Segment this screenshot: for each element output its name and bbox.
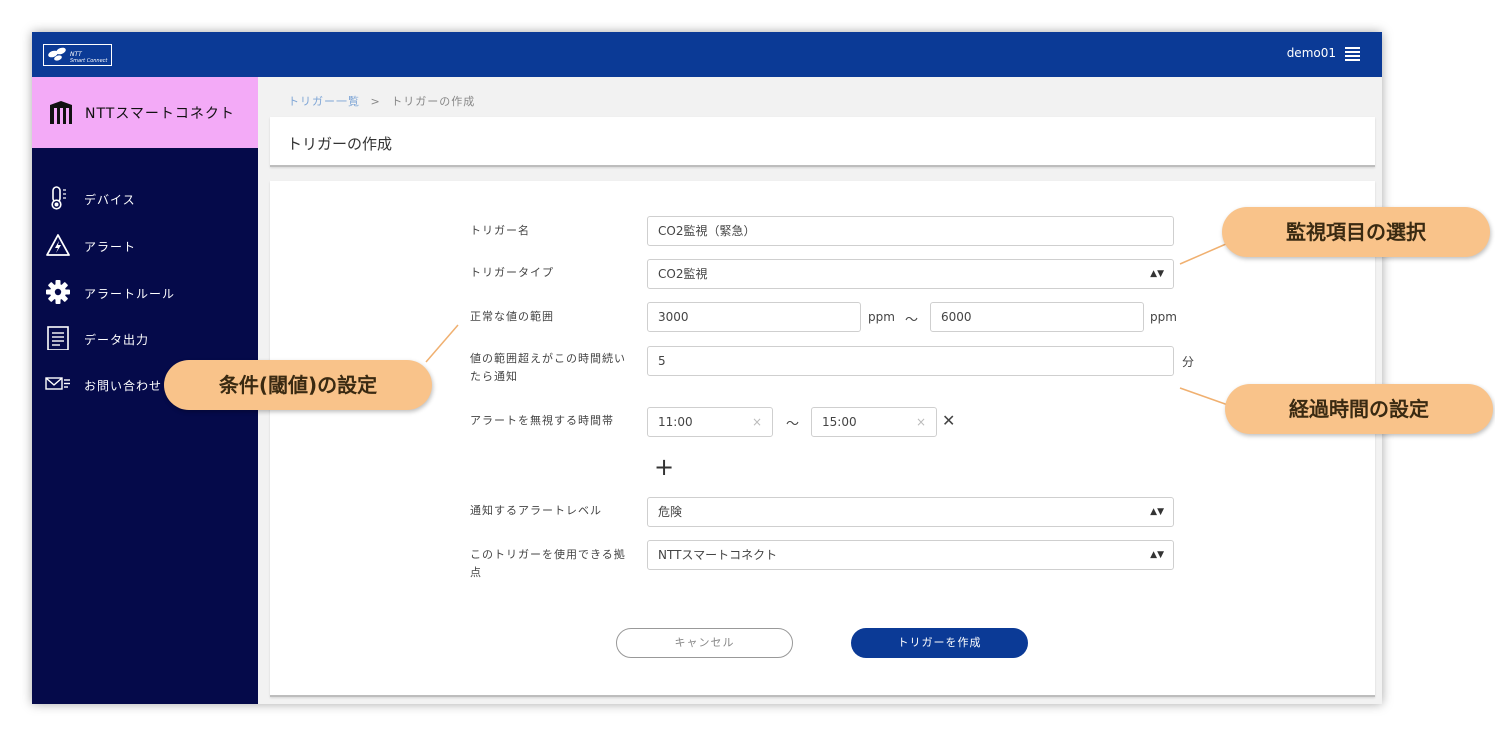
callout-condition: 条件(閾値)の設定 [164, 360, 432, 410]
callout-monitor-item: 監視項目の選択 [1222, 207, 1490, 257]
callout-elapsed-time: 経過時間の設定 [1225, 384, 1493, 434]
